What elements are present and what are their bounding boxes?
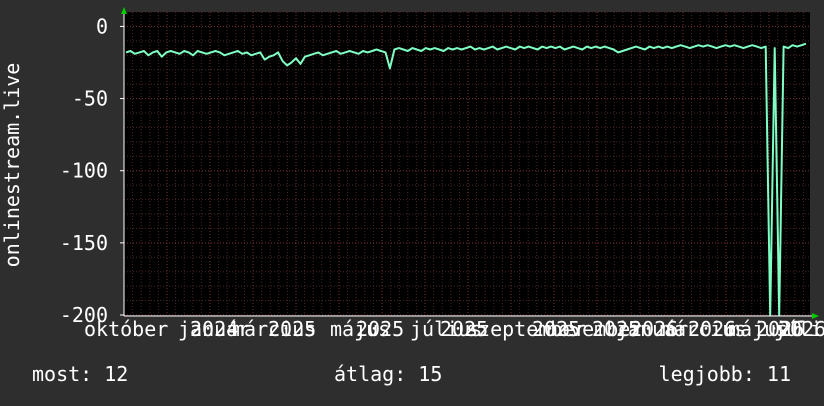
stat-current: most: 12 <box>32 362 128 386</box>
x-tick-label: október <box>84 317 168 341</box>
chart: 0-50-100-150-200 október január2024márciu… <box>0 7 824 386</box>
x-tick-label: 2025 <box>356 317 404 341</box>
x-tick-label: 2024 <box>190 317 238 341</box>
x-tick-label: 2026 <box>778 317 824 341</box>
chart-canvas: 0 -50 -100 -150 -200 október január 2024 márciu… <box>0 0 824 402</box>
stat-average: átlag: 15 <box>334 362 442 386</box>
x-tick-label: 2025 <box>268 317 316 341</box>
stat-best: legjobb: 11 <box>659 362 791 386</box>
y-tick-label: -100 <box>60 159 108 183</box>
y-tick-label: -50 <box>72 87 108 111</box>
y-axis-label: onlinestream.live <box>0 63 24 268</box>
x-ticks: október január2024március2025 május2025 júl… <box>84 317 824 341</box>
y-axis-arrow-icon <box>121 7 127 14</box>
y-tick-label: -150 <box>60 231 108 255</box>
y-ticks: 0-50-100-150-200 <box>60 14 124 327</box>
y-tick-label: 0 <box>96 14 108 38</box>
